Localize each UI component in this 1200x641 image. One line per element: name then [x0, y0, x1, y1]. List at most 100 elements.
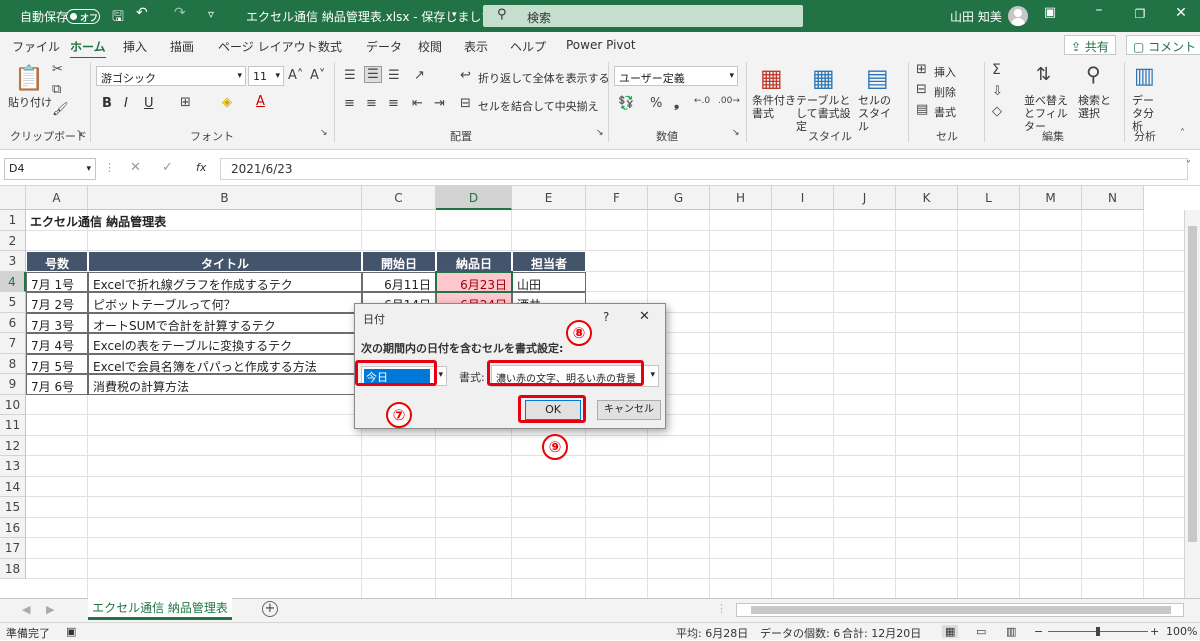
cell-styles-button[interactable]: セルのスタイル — [858, 94, 898, 133]
column-header-K[interactable]: K — [896, 186, 958, 210]
user-name[interactable]: 山田 知美 — [950, 8, 1002, 25]
tab-page-layout[interactable]: ページ レイアウト — [218, 38, 318, 55]
delete-cells-button[interactable]: 削除 — [934, 84, 956, 100]
scrollbar-thumb[interactable] — [1188, 226, 1197, 542]
tab-review[interactable]: 校閲 — [418, 38, 442, 55]
column-header-D[interactable]: D — [436, 186, 512, 210]
page-break-view-icon[interactable]: ▥ — [1006, 625, 1016, 638]
row-header-8[interactable]: 8 — [0, 353, 26, 374]
row-header-12[interactable]: 12 — [0, 435, 26, 456]
redo-icon[interactable]: ↷ — [174, 5, 186, 21]
column-header-F[interactable]: F — [586, 186, 648, 210]
select-all-corner[interactable] — [0, 186, 26, 210]
sheet-title-cell[interactable]: エクセル通信 納品管理表 — [26, 210, 426, 231]
row-header-1[interactable]: 1 — [0, 210, 26, 231]
align-left-icon[interactable]: ≡ — [344, 96, 355, 111]
sort-filter-icon[interactable]: ⇅ — [1036, 64, 1051, 85]
macro-record-icon[interactable]: ▣ — [66, 625, 76, 638]
format-cells-icon[interactable]: ▤ — [916, 102, 928, 117]
format-as-table-icon[interactable]: ▦ — [812, 64, 835, 92]
column-header-G[interactable]: G — [648, 186, 710, 210]
tab-formulas[interactable]: 数式 — [318, 38, 342, 55]
save-icon[interactable]: 🖫 — [112, 6, 124, 30]
minimize-icon[interactable]: – — [1086, 2, 1112, 18]
table-cell[interactable]: オートSUMで合計を計算するテク — [88, 312, 362, 333]
wrap-text-icon[interactable]: ↩ — [460, 68, 471, 83]
row-header-13[interactable]: 13 — [0, 456, 26, 477]
cancel-entry-icon[interactable]: ✕ — [130, 160, 141, 175]
font-launcher-icon[interactable]: ↘ — [320, 128, 328, 138]
zoom-level[interactable]: 100% — [1166, 625, 1197, 638]
comment-button[interactable]: ▢ コメント — [1126, 35, 1200, 55]
table-cell[interactable]: Excelの表をテーブルに変換するテク — [88, 333, 362, 354]
bold-button[interactable]: B — [102, 96, 112, 111]
underline-button[interactable]: U — [144, 96, 154, 111]
tab-draw[interactable]: 描画 — [170, 38, 194, 55]
table-cell[interactable]: 7月 4号 — [26, 333, 88, 354]
close-window-icon[interactable]: ✕ — [1168, 5, 1194, 21]
row-header-14[interactable]: 14 — [0, 476, 26, 497]
table-cell[interactable]: Excelで折れ線グラフを作成するテク — [88, 271, 362, 292]
column-header-H[interactable]: H — [710, 186, 772, 210]
table-header-cell[interactable]: 納品日 — [436, 251, 512, 272]
table-cell[interactable]: 7月 3号 — [26, 312, 88, 333]
column-header-I[interactable]: I — [772, 186, 834, 210]
increase-decimal-icon[interactable]: ←.0 — [694, 96, 710, 106]
merge-center-button[interactable]: セルを結合して中央揃え — [478, 98, 599, 114]
font-color-icon[interactable]: A — [256, 94, 265, 109]
row-header-15[interactable]: 15 — [0, 497, 26, 518]
share-button[interactable]: ⇪ 共有 — [1064, 35, 1116, 55]
normal-view-icon[interactable]: ▦ — [942, 625, 959, 638]
cell-styles-icon[interactable]: ▤ — [866, 64, 889, 92]
customize-qat-icon[interactable]: ▿ — [208, 7, 214, 21]
collapse-ribbon-icon[interactable]: ˄ — [1180, 128, 1185, 139]
table-cell[interactable]: 7月 2号 — [26, 292, 88, 313]
wrap-text-button[interactable]: 折り返して全体を表示する — [478, 70, 610, 86]
avatar[interactable] — [1008, 6, 1028, 26]
align-top-icon[interactable]: ☰ — [344, 68, 356, 83]
table-cell[interactable]: ピボットテーブルって何？ — [88, 292, 362, 313]
table-header-cell[interactable]: 開始日 — [362, 251, 436, 272]
row-header-7[interactable]: 7 — [0, 333, 26, 354]
cut-icon[interactable]: ✂ — [52, 62, 63, 77]
column-header-C[interactable]: C — [362, 186, 436, 210]
conditional-format-button[interactable]: 条件付き書式 — [752, 94, 796, 120]
clear-icon[interactable]: ◇ — [992, 104, 1002, 119]
row-header-18[interactable]: 18 — [0, 558, 26, 579]
row-header-6[interactable]: 6 — [0, 312, 26, 333]
font-name-select[interactable]: 游ゴシック ▾ — [96, 66, 246, 86]
page-layout-view-icon[interactable]: ▭ — [976, 625, 986, 638]
search-box[interactable]: ⚲ 検索 — [483, 5, 803, 27]
row-header-10[interactable]: 10 — [0, 394, 26, 415]
scrollbar-thumb[interactable] — [751, 606, 1171, 614]
fill-icon[interactable]: ⇩ — [992, 84, 1003, 99]
sheet-tab-active[interactable]: エクセル通信 納品管理表 — [88, 598, 232, 620]
number-format-select[interactable]: ユーザー定義 ▾ — [614, 66, 738, 86]
zoom-slider[interactable] — [1048, 627, 1148, 636]
undo-icon[interactable]: ↶ — [136, 5, 148, 21]
font-size-select[interactable]: 11 ▾ — [248, 66, 284, 86]
decrease-indent-icon[interactable]: ⇤ — [412, 96, 423, 111]
find-select-icon[interactable]: ⚲ — [1086, 62, 1101, 86]
decrease-decimal-icon[interactable]: .00→ — [718, 96, 740, 106]
format-cells-button[interactable]: 書式 — [934, 104, 956, 120]
zoom-slider-thumb[interactable] — [1096, 627, 1100, 636]
insert-cells-icon[interactable]: ⊞ — [916, 62, 927, 77]
row-header-4[interactable]: 4 — [0, 271, 26, 292]
paste-icon[interactable]: 📋 — [14, 64, 44, 92]
column-header-E[interactable]: E — [512, 186, 586, 210]
column-header-A[interactable]: A — [26, 186, 88, 210]
expand-formula-icon[interactable]: ˅ — [1186, 160, 1191, 171]
italic-button[interactable]: I — [124, 96, 128, 111]
table-cell[interactable]: 山田 — [512, 271, 586, 292]
currency-icon[interactable]: 💱 — [618, 96, 634, 111]
merge-icon[interactable]: ⊟ — [460, 96, 471, 111]
table-cell[interactable]: Excelで会員名簿をパパっと作成する方法 — [88, 353, 362, 374]
delete-cells-icon[interactable]: ⊟ — [916, 82, 927, 97]
increase-font-icon[interactable]: A˄ — [288, 68, 303, 83]
borders-icon[interactable]: ⊞ — [180, 95, 191, 110]
table-header-cell[interactable]: 号数 — [26, 251, 88, 272]
horizontal-scrollbar[interactable] — [736, 603, 1184, 617]
tab-view[interactable]: 表示 — [464, 38, 488, 55]
align-bottom-icon[interactable]: ☰ — [388, 68, 400, 83]
